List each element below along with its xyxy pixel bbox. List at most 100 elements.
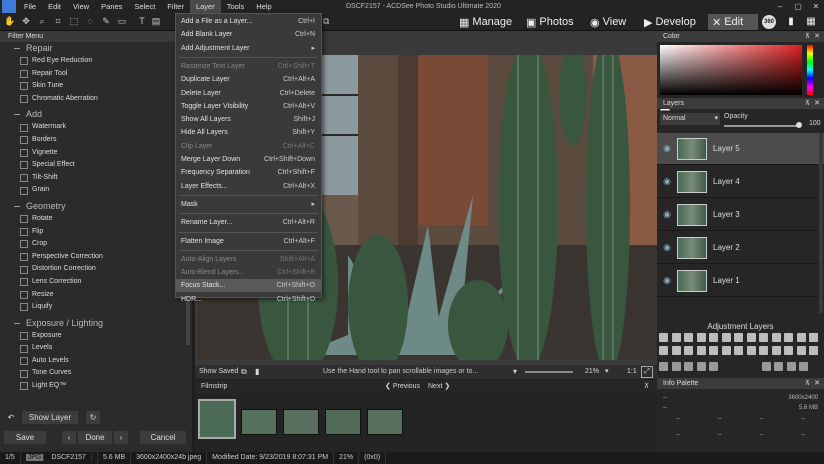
layer-row[interactable]: ◉ Layer 5 — [657, 133, 824, 165]
menu-tools[interactable]: Tools — [221, 0, 251, 13]
hue-slider[interactable] — [807, 45, 813, 95]
filmstrip-thumb[interactable] — [198, 399, 236, 439]
mode-photos-button[interactable]: ▣ Photos — [522, 14, 578, 30]
filter-item[interactable]: Distortion Correction — [0, 263, 192, 276]
adjustment-layer-icon[interactable] — [696, 346, 706, 355]
mode-view-button[interactable]: ◉ View — [586, 14, 630, 30]
layer-action-icon[interactable] — [696, 362, 706, 371]
visibility-eye-icon[interactable]: ◉ — [657, 143, 677, 154]
save-button[interactable]: Save — [4, 431, 46, 444]
adjustment-layer-icon[interactable] — [784, 333, 793, 342]
adjustment-layer-icon[interactable] — [796, 346, 806, 355]
filmstrip-thumb[interactable] — [241, 409, 277, 435]
filter-item[interactable]: Lens Correction — [0, 276, 192, 289]
layer-row[interactable]: ◉ Layer 3 — [657, 199, 824, 231]
section-header[interactable]: Geometry — [0, 200, 192, 213]
layer-row[interactable]: ◉ Layer 4 — [657, 166, 824, 198]
filter-item[interactable]: Special Effect — [0, 159, 192, 172]
adjustment-layer-icon[interactable] — [709, 346, 718, 355]
adjustment-layer-icon[interactable] — [734, 333, 743, 342]
blend-mode-select[interactable]: Normal ▾ — [660, 113, 720, 125]
close-icon[interactable]: ✕ — [814, 31, 820, 42]
adjustment-layer-icon[interactable] — [709, 333, 718, 342]
move-tool-icon[interactable]: ✥ — [20, 15, 32, 27]
layer-action-icon[interactable] — [709, 362, 718, 371]
section-header[interactable]: Exposure / Lighting — [0, 317, 192, 330]
opacity-value[interactable]: 100 — [809, 120, 821, 127]
adjustment-layer-icon[interactable] — [746, 333, 756, 342]
section-header[interactable]: Add — [0, 108, 192, 121]
filter-item[interactable]: Skin Tune — [0, 80, 192, 93]
opacity-slider-handle[interactable] — [796, 122, 802, 128]
close-icon[interactable]: ✕ — [814, 98, 820, 109]
layer-menu-item[interactable]: Frequency Separation Ctrl+Shift+F — [176, 166, 321, 179]
adjustment-layer-icon[interactable] — [684, 346, 693, 355]
layer-action-icon[interactable] — [659, 362, 668, 371]
done-button[interactable]: Done — [78, 431, 112, 444]
layer-menu-item[interactable]: Add Adjustment Layer ▸ — [176, 42, 321, 55]
menu-select[interactable]: Select — [128, 0, 161, 13]
layer-menu-item[interactable]: HDR... Ctrl+Shift+D — [176, 293, 321, 306]
visibility-eye-icon[interactable]: ◉ — [657, 209, 677, 220]
menu-filter[interactable]: Filter — [161, 0, 190, 13]
filter-item[interactable]: Liquify — [0, 301, 192, 314]
adjustment-layer-icon[interactable] — [721, 333, 731, 342]
filter-item[interactable]: Resize — [0, 289, 192, 302]
dashboard-icon[interactable]: ▦ — [804, 15, 818, 29]
filter-item[interactable]: Perspective Correction — [0, 251, 192, 264]
filter-item[interactable]: Levels — [0, 342, 192, 355]
selection-tool-icon[interactable]: ⬚ — [68, 15, 80, 27]
zoom-slider[interactable] — [525, 371, 573, 373]
mode-edit-button[interactable]: ✕ Edit — [708, 14, 758, 30]
filter-item[interactable]: Exposure — [0, 330, 192, 343]
filmstrip-thumb[interactable] — [325, 409, 361, 435]
menu-help[interactable]: Help — [250, 0, 277, 13]
filmstrip-thumb[interactable] — [367, 409, 403, 435]
next-button[interactable]: Next ❯ — [428, 380, 450, 393]
hand-tool-icon[interactable]: ✋ — [4, 15, 16, 27]
layer-menu-item[interactable]: Show All Layers Shift+J — [176, 113, 321, 126]
pin-icon[interactable]: ⊼ — [644, 380, 649, 393]
filter-item[interactable]: Borders — [0, 134, 192, 147]
color-picker-field[interactable] — [660, 45, 802, 95]
adjustment-layer-icon[interactable] — [734, 346, 743, 355]
eraser-tool-icon[interactable]: ▭ — [116, 15, 128, 27]
layer-action-icon[interactable] — [786, 362, 796, 371]
adjustment-layer-icon[interactable] — [796, 333, 806, 342]
adjustment-layer-icon[interactable] — [759, 346, 768, 355]
text-tool-icon[interactable]: T — [136, 15, 148, 27]
layer-menu-item[interactable]: Focus Stack... Ctrl+Shift+O — [176, 279, 321, 293]
adjustment-layer-icon[interactable] — [671, 333, 681, 342]
filter-item[interactable]: Flip — [0, 226, 192, 239]
layer-action-icon[interactable] — [761, 362, 771, 371]
adjustment-layer-icon[interactable] — [659, 346, 668, 355]
minimize-icon[interactable]: – — [772, 0, 788, 13]
layer-menu-item[interactable]: Layer Effects... Ctrl+Alt+X — [176, 180, 321, 193]
actual-size-button[interactable]: 1:1 — [627, 365, 637, 379]
compare-icon[interactable]: ⧉ — [241, 365, 247, 379]
crop-tool-icon[interactable]: ⌗ — [52, 15, 64, 27]
filmstrip-thumb[interactable] — [283, 409, 319, 435]
visibility-eye-icon[interactable]: ◉ — [657, 176, 677, 187]
visibility-eye-icon[interactable]: ◉ — [657, 242, 677, 253]
zoom-dropdown-icon[interactable]: ▾ — [513, 365, 517, 379]
layer-action-icon[interactable] — [671, 362, 681, 371]
pin-icon[interactable]: ⊼ — [805, 98, 810, 109]
zoom-dropdown-arrow-icon[interactable]: ▾ — [605, 365, 609, 379]
adjustment-layer-icon[interactable] — [784, 346, 793, 355]
zoom-tool-icon[interactable]: ⌕ — [36, 15, 48, 27]
show-saved-button[interactable]: Show Saved — [199, 365, 238, 379]
fit-screen-icon[interactable]: ⤢ — [641, 366, 653, 378]
filter-item[interactable]: Crop — [0, 238, 192, 251]
histogram-small-icon[interactable]: ▮ — [255, 365, 259, 379]
menu-file[interactable]: File — [18, 0, 42, 13]
previous-button[interactable]: ❮ Previous — [385, 380, 420, 393]
adjustment-layer-icon[interactable] — [771, 333, 781, 342]
adjustment-layer-icon[interactable] — [721, 346, 731, 355]
layer-action-icon[interactable] — [684, 362, 693, 371]
filter-item[interactable]: Rotate — [0, 213, 192, 226]
brush-tool-icon[interactable]: ✎ — [100, 15, 112, 27]
adjustment-layer-icon[interactable] — [671, 346, 681, 355]
adjustment-layer-icon[interactable] — [746, 346, 756, 355]
filter-item[interactable]: Chromatic Aberration — [0, 93, 192, 106]
